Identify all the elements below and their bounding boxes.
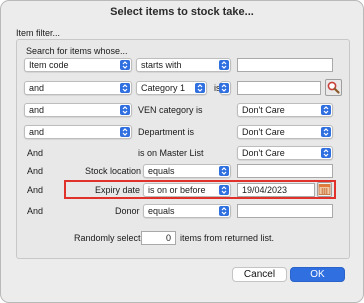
magnifier-icon xyxy=(326,81,341,97)
popup-arrows-icon xyxy=(219,60,229,70)
popup-arrows-icon xyxy=(321,105,331,115)
and-label-7: And xyxy=(27,185,44,195)
expiry-row-highlight xyxy=(64,180,336,199)
operator-select[interactable]: starts with xyxy=(136,58,231,72)
master-list-value: Don't Care xyxy=(242,148,285,158)
department-value: Don't Care xyxy=(242,127,285,137)
donor-operator-select[interactable]: equals xyxy=(143,204,231,218)
stock-location-operator-value: equals xyxy=(148,166,175,176)
department-label: Department is xyxy=(138,127,195,137)
popup-arrows-icon xyxy=(120,60,130,70)
item-field-select[interactable]: Item code xyxy=(24,58,132,72)
and-label-6: And xyxy=(27,166,44,176)
join-select-2[interactable]: and xyxy=(24,81,132,95)
popup-arrows-icon xyxy=(120,83,130,93)
random-count-input[interactable]: 0 xyxy=(141,231,176,245)
stock-location-label: Stock location xyxy=(85,166,142,176)
cancel-button[interactable]: Cancel xyxy=(232,267,287,282)
ven-category-label: VEN category is xyxy=(138,105,203,115)
item-field-value: Item code xyxy=(29,60,69,70)
popup-arrows-icon xyxy=(195,83,205,93)
popup-arrows-icon xyxy=(120,127,130,137)
popup-arrows-icon xyxy=(219,166,229,176)
item-filter-label: Item filter... xyxy=(16,28,61,38)
join-value: and xyxy=(29,127,45,137)
join-value: and xyxy=(29,105,45,115)
and-label-5: And xyxy=(27,148,44,158)
randomly-select-label: Randomly select xyxy=(74,233,141,243)
category-value-select[interactable] xyxy=(219,81,231,95)
items-from-list-label: items from returned list. xyxy=(180,233,275,243)
category-input[interactable] xyxy=(237,81,321,95)
donor-operator-value: equals xyxy=(148,206,175,216)
stock-location-input[interactable] xyxy=(237,164,333,178)
dialog-title: Select items to stock take... xyxy=(110,6,254,18)
ven-category-select[interactable]: Don't Care xyxy=(237,103,333,117)
item-code-input[interactable] xyxy=(237,58,333,72)
popup-arrows-icon xyxy=(219,206,229,216)
random-count-value: 0 xyxy=(165,233,171,243)
stock-location-operator-select[interactable]: equals xyxy=(143,164,231,178)
join-select-4[interactable]: and xyxy=(24,125,132,139)
popup-arrows-icon xyxy=(321,148,331,158)
popup-arrows-icon xyxy=(321,127,331,137)
master-list-label: is on Master List xyxy=(138,148,204,158)
join-value: and xyxy=(29,83,45,93)
join-select-3[interactable]: and xyxy=(24,103,132,117)
popup-arrows-icon xyxy=(219,83,229,93)
popup-arrows-icon xyxy=(120,105,130,115)
search-label: Search for items whose... xyxy=(26,46,128,56)
donor-input[interactable] xyxy=(237,204,333,218)
search-button[interactable] xyxy=(325,79,342,96)
ok-button[interactable]: OK xyxy=(290,267,345,282)
category-select[interactable]: Category 1 xyxy=(136,81,207,95)
ven-category-value: Don't Care xyxy=(242,105,285,115)
and-label-8: And xyxy=(27,206,44,216)
department-select[interactable]: Don't Care xyxy=(237,125,333,139)
master-list-select[interactable]: Don't Care xyxy=(237,146,333,160)
dialog-window: Select items to stock take... Item filte… xyxy=(0,0,364,303)
donor-label: Donor xyxy=(115,206,140,216)
operator-value: starts with xyxy=(141,60,182,70)
category-value: Category 1 xyxy=(141,83,186,93)
